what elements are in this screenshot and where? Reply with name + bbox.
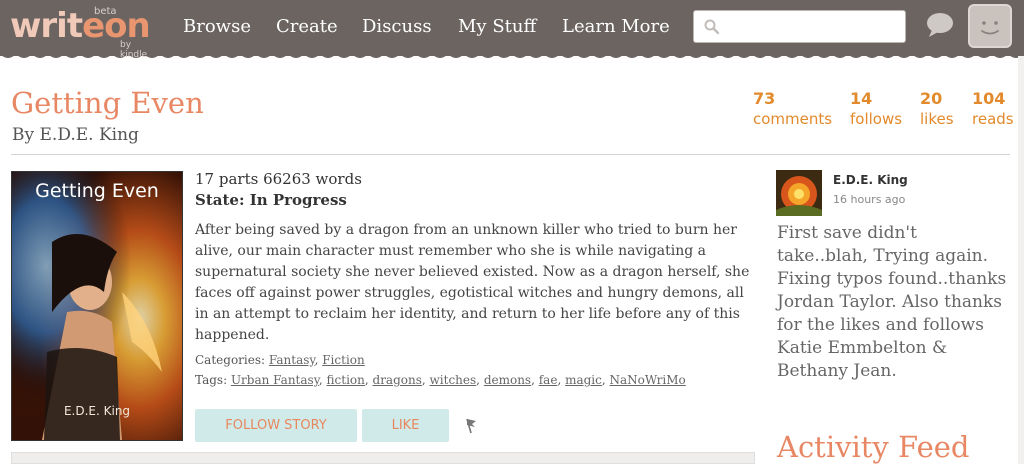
follow-story-button[interactable]: FOLLOW STORY [195,409,357,442]
categories-label: Categories: [195,353,266,367]
flag-icon[interactable] [463,416,479,434]
stat-likes[interactable]: 20 likes [920,90,954,130]
stat-value: 14 [850,89,873,108]
story-description: After being saved by a dragon from an un… [195,222,750,343]
stat-comments[interactable]: 73 comments [753,90,832,130]
messages-icon[interactable] [925,11,955,39]
category-link-fantasy[interactable]: Fantasy [269,353,315,367]
comments-panel-edge [11,452,755,464]
logo-text-part1: writ [10,6,83,46]
tags-line: Tags: Urban Fantasy, fiction, dragons, w… [195,373,686,387]
tag-link-fae[interactable]: fae [539,373,558,387]
story-state: State: In Progress [195,191,347,209]
author-status-update: First save didn't take..blah, Trying aga… [777,223,1007,381]
nav-learn-more[interactable]: Learn More [562,16,670,37]
tag-link-witches[interactable]: witches [430,373,477,387]
stat-label: comments [753,110,833,128]
nav-my-stuff[interactable]: My Stuff [458,16,536,37]
stat-follows[interactable]: 14 follows [850,90,902,130]
stat-label: likes [920,110,954,128]
parts-word-count: 17 parts 66263 words [195,170,362,188]
stat-value: 73 [753,89,776,108]
story-title: Getting Even [11,86,204,120]
tag-link-urban-fantasy[interactable]: Urban Fantasy [231,373,319,387]
stat-reads[interactable]: 104 reads [972,90,1014,130]
category-link-fiction[interactable]: Fiction [322,353,365,367]
like-button[interactable]: LIKE [362,409,449,442]
post-timestamp: 16 hours ago [833,193,906,206]
writeon-logo[interactable]: writeon beta by kindle [10,6,160,60]
tag-link-demons[interactable]: demons [484,373,531,387]
cover-author: E.D.E. King [63,404,131,418]
stat-value: 104 [972,89,1006,108]
cover-title: Getting Even [35,180,159,202]
tag-link-dragons[interactable]: dragons [373,373,422,387]
page-scrollbar[interactable] [1018,56,1024,464]
tag-link-fiction[interactable]: fiction [327,373,365,387]
author-name[interactable]: E.D.E. King [833,173,908,187]
story-cover-image[interactable]: Getting Even E.D.E. King [11,171,183,441]
stat-value: 20 [920,89,943,108]
logo-kindle-label: by kindle [120,40,148,60]
search-box[interactable] [693,10,906,43]
logo-beta-label: beta [94,6,117,17]
nav-discuss[interactable]: Discuss [362,16,432,37]
search-icon [704,19,720,35]
story-byline[interactable]: By E.D.E. King [12,125,139,145]
categories-line: Categories: Fantasy, Fiction [195,353,365,367]
stat-label: follows [850,110,903,128]
activity-feed-heading: Activity Feed [777,430,970,464]
tag-link-nanowrimo[interactable]: NaNoWriMo [610,373,686,387]
cover-artwork [12,172,182,440]
nav-browse[interactable]: Browse [183,16,251,37]
author-avatar-image [776,170,822,216]
search-input[interactable] [726,16,896,38]
title-divider [11,154,1010,155]
user-avatar-button[interactable] [968,4,1012,48]
smiley-face-icon [981,21,999,35]
nav-create[interactable]: Create [276,16,338,37]
stat-label: reads [972,110,1014,128]
tags-label: Tags: [195,373,228,387]
tag-link-magic[interactable]: magic [565,373,602,387]
author-avatar[interactable] [776,170,822,216]
